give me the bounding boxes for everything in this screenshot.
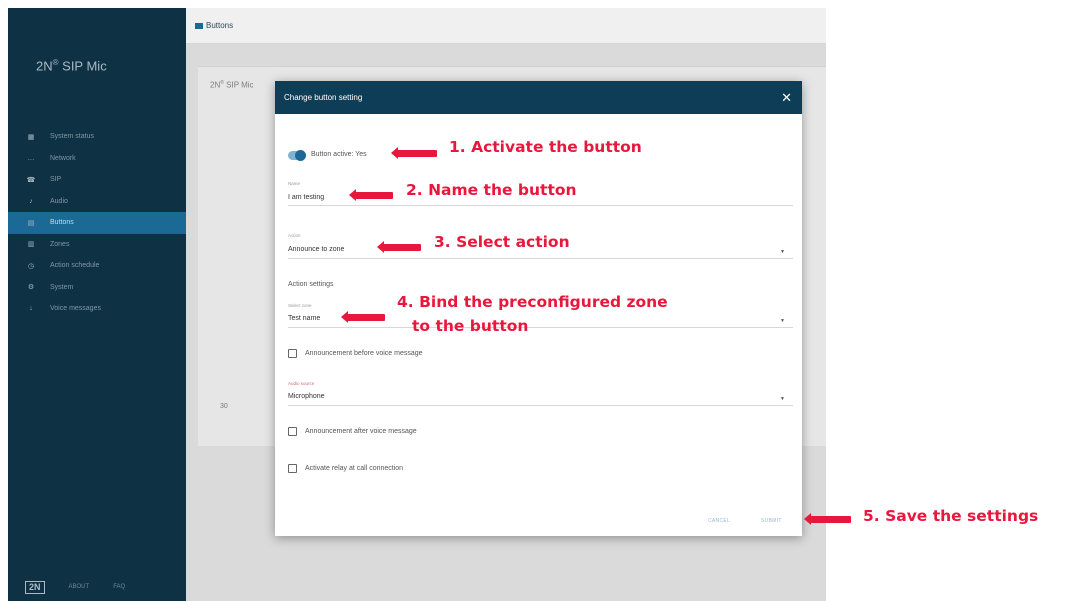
sidebar-item-label: System status [50,133,94,141]
action-field-label: Action [288,233,301,238]
audio-source-label: Audio source [288,381,315,386]
top-bar: Buttons [186,8,826,44]
annotation-arrow-step3 [377,241,421,253]
sidebar-item-label: Zones [50,240,70,248]
sidebar-item-system[interactable]: ⚙ System [8,277,186,299]
sidebar-footer: 2N ABOUT FAQ [8,573,186,601]
dialog-header: Change button setting ✕ [275,81,802,114]
2n-logo: 2N [25,580,45,594]
zones-icon: ▥ [27,241,35,249]
annotation-step1: 1. Activate the button [449,138,642,156]
about-link[interactable]: ABOUT [69,584,90,590]
annotation-arrow-step1 [391,147,437,159]
sidebar: 2N® SIP Mic ▦ System status … Network ☎ SIP ♪ A… [8,8,186,601]
annotation-arrow-step5 [804,513,851,525]
sidebar-item-buttons[interactable]: ▤ Buttons [8,212,186,234]
gear-icon: ⚙ [27,284,35,292]
background-card-title: 2N® SIP Mic [210,80,254,90]
audio-source-underline [288,405,793,406]
audio-source-select[interactable]: Microphone [288,393,325,400]
music-icon: ♪ [29,197,33,205]
sidebar-item-zones[interactable]: ▥ Zones [8,234,186,256]
buttons-icon [195,22,203,29]
toggle-knob[interactable] [295,150,306,161]
page-title: Buttons [206,21,234,30]
name-field-label: Name [288,181,301,186]
clock-icon: ◷ [27,262,35,270]
dialog-title: Change button setting [284,93,363,102]
zone-field-underline [288,327,793,328]
announcement-after-label: Announcement after voice message [305,428,417,435]
annotation-step4-line2: to the button [412,317,529,335]
bg-title-main: 2N [210,80,221,90]
phone-icon: ☎ [26,176,36,184]
action-settings-heading: Action settings [288,281,334,288]
name-field-underline [288,205,793,206]
action-field-underline [288,258,793,259]
dashboard-icon: ▦ [27,133,35,141]
announcement-before-checkbox[interactable] [288,349,297,358]
sidebar-item-label: System [50,283,74,291]
name-field[interactable]: I am testing [288,194,324,201]
brand-main: 2N [36,58,53,74]
sidebar-item-label: Network [50,154,76,162]
activate-relay-checkbox[interactable] [288,464,297,473]
sidebar-nav: ▦ System status … Network ☎ SIP ♪ Audio ▤ Buttons… [8,126,186,320]
annotation-step2: 2. Name the button [406,181,577,199]
sidebar-item-audio[interactable]: ♪ Audio [8,191,186,213]
annotation-step4-line1: 4. Bind the preconfigured zone [397,293,668,311]
sidebar-item-network[interactable]: … Network [8,148,186,170]
brand-title: 2N® SIP Mic [36,58,107,73]
screenshot-stage: 2N® SIP Mic ▦ System status … Network ☎ SIP ♪ A… [0,0,1073,601]
sidebar-item-label: Action schedule [50,262,100,270]
cancel-button[interactable]: CANCEL [708,518,730,524]
action-select[interactable]: Announce to zone [288,246,344,253]
announcement-before-label: Announcement before voice message [305,350,423,357]
announcement-after-checkbox[interactable] [288,427,297,436]
sidebar-item-label: Buttons [50,219,74,227]
zone-field-label: Select zone [288,303,312,308]
zone-select[interactable]: Test name [288,315,320,322]
sidebar-item-label: SIP [50,176,62,184]
sidebar-item-system-status[interactable]: ▦ System status [8,126,186,148]
chevron-down-icon[interactable]: ▼ [780,318,785,324]
buttons-icon: ▤ [27,219,35,227]
sidebar-item-sip[interactable]: ☎ SIP [8,169,186,191]
sidebar-item-label: Voice messages [50,305,101,313]
chevron-down-icon[interactable]: ▼ [780,249,785,255]
background-row-number: 30 [220,403,228,410]
annotation-step3: 3. Select action [434,233,570,251]
bg-title-rest: SIP Mic [223,80,254,90]
sidebar-item-action-schedule[interactable]: ◷ Action schedule [8,255,186,277]
annotation-arrow-step4 [341,311,385,323]
activate-relay-label: Activate relay at call connection [305,465,404,472]
voice-icon: ↓ [29,305,33,313]
button-active-toggle[interactable] [288,150,306,161]
sidebar-item-label: Audio [50,197,68,205]
annotation-step5: 5. Save the settings [863,507,1039,525]
annotation-arrow-step2 [349,189,393,201]
network-icon: … [27,154,35,162]
close-icon[interactable]: ✕ [781,91,792,104]
faq-link[interactable]: FAQ [113,584,125,590]
button-active-label: Button active: Yes [311,151,367,158]
brand-rest: SIP Mic [58,58,107,74]
submit-button[interactable]: SUBMIT [761,518,782,524]
chevron-down-icon[interactable]: ▼ [780,396,785,402]
sidebar-item-voice-messages[interactable]: ↓ Voice messages [8,298,186,320]
